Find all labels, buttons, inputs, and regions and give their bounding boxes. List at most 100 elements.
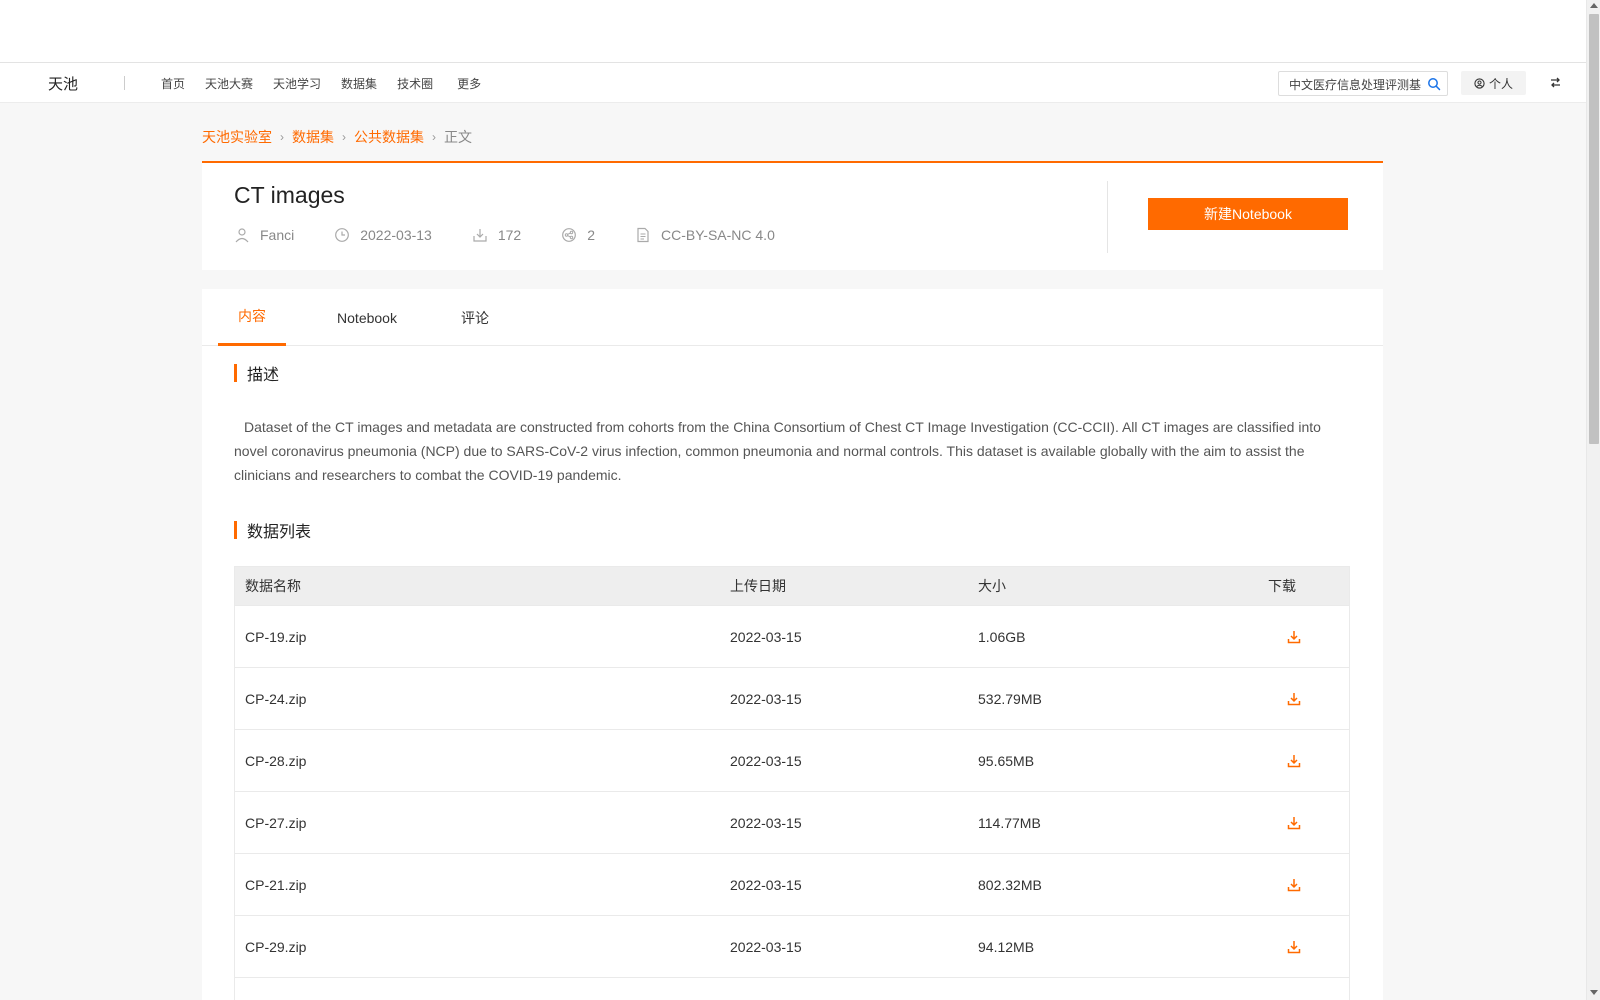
file-size: 532.79MB <box>978 690 1042 707</box>
upload-date: 2022-03-15 <box>730 628 802 645</box>
download-cell <box>1274 916 1314 977</box>
breadcrumb-current: 正文 <box>444 129 472 145</box>
column-header-name: 数据名称 <box>245 578 301 594</box>
download-icon <box>473 229 487 242</box>
column-header-date: 上传日期 <box>730 578 786 594</box>
file-name: CP-24.zip <box>245 690 307 707</box>
dataset-title: CT images <box>234 182 345 208</box>
dataset-meta: Fanci 2022-03-13 172 2 CC-BY-SA-NC 4.0 <box>234 227 815 243</box>
download-icon[interactable] <box>1286 691 1302 707</box>
breadcrumb-public-datasets[interactable]: 公共数据集 <box>354 127 424 147</box>
download-icon[interactable] <box>1286 753 1302 769</box>
table-row: CP-21.zip 2022-03-15 802.32MB <box>235 853 1349 915</box>
meta-date: 2022-03-13 <box>334 227 432 243</box>
download-cell <box>1274 730 1314 791</box>
data-table: 数据名称 上传日期 大小 下载 CP-19.zip 2022-03-15 1.0… <box>234 566 1350 1000</box>
file-name: CP-27.zip <box>245 814 307 831</box>
page-scrollbar[interactable] <box>1586 0 1600 1000</box>
license-text: CC-BY-SA-NC 4.0 <box>661 227 775 243</box>
download-cell <box>1274 792 1314 853</box>
table-row: CP-27.zip 2022-03-15 114.77MB <box>235 791 1349 853</box>
switch-icon[interactable] <box>1549 76 1562 89</box>
download-icon[interactable] <box>1286 877 1302 893</box>
nav-link-datasets[interactable]: 数据集 <box>341 75 377 92</box>
nav-link-more[interactable]: 更多 <box>457 75 481 92</box>
scroll-up-arrow-icon[interactable] <box>1590 3 1598 8</box>
file-name: CP-19.zip <box>245 628 307 645</box>
download-icon[interactable] <box>1286 629 1302 645</box>
nav-link-competitions[interactable]: 天池大赛 <box>205 75 253 92</box>
new-notebook-button[interactable]: 新建Notebook <box>1148 198 1348 230</box>
download-cell <box>1274 854 1314 915</box>
scroll-down-arrow-icon[interactable] <box>1590 990 1598 995</box>
meta-author: Fanci <box>234 227 294 243</box>
chevron-right-icon: › <box>342 130 346 144</box>
section-marker <box>234 364 237 382</box>
upload-date: 2022-03-15 <box>730 814 802 831</box>
table-row: CP-24.zip 2022-03-15 532.79MB <box>235 667 1349 729</box>
breadcrumb-datasets[interactable]: 数据集 <box>292 127 334 147</box>
top-navbar: 天池 首页 天池大赛 天池学习 数据集 技术圈 更多 个人 <box>0 63 1586 103</box>
file-size: 802.32MB <box>978 876 1042 893</box>
file-size: 95.65MB <box>978 752 1035 769</box>
table-row-partial <box>235 977 1349 1000</box>
publish-date: 2022-03-13 <box>360 227 432 243</box>
tab-comments[interactable]: 评论 <box>445 289 505 346</box>
data-list-heading: 数据列表 <box>234 518 311 542</box>
share-icon <box>562 228 577 242</box>
data-list-heading-text: 数据列表 <box>247 524 312 541</box>
download-cell <box>1274 668 1314 729</box>
search-box <box>1278 71 1448 96</box>
user-icon <box>235 228 249 243</box>
nav-link-tech-circle[interactable]: 技术圈 <box>397 75 433 92</box>
description-heading: 描述 <box>234 361 279 385</box>
search-input[interactable] <box>1289 76 1425 92</box>
meta-downloads: 172 <box>472 227 521 243</box>
header-divider <box>1107 181 1108 253</box>
download-icon[interactable] <box>1286 815 1302 831</box>
brand-logo[interactable]: 天池 <box>48 73 78 94</box>
file-name: CP-29.zip <box>245 938 307 955</box>
description-heading-text: 描述 <box>247 367 280 384</box>
upload-date: 2022-03-15 <box>730 938 802 955</box>
breadcrumb: 天池实验室 › 数据集 › 公共数据集 › 正文 <box>202 127 472 147</box>
share-count: 2 <box>587 227 596 243</box>
download-icon[interactable] <box>1286 939 1302 955</box>
meta-shares: 2 <box>561 227 595 243</box>
nav-link-home[interactable]: 首页 <box>161 75 185 92</box>
top-blank-area <box>0 0 1586 63</box>
tab-bar: 内容 Notebook 评论 <box>202 289 1383 346</box>
dataset-header-card: CT images Fanci 2022-03-13 172 2 CC-BY-S… <box>202 161 1383 270</box>
tab-content[interactable]: 内容 <box>218 289 286 346</box>
upload-date: 2022-03-15 <box>730 876 802 893</box>
description-text: Dataset of the CT images and metadata ar… <box>234 419 1321 483</box>
nav-link-learning[interactable]: 天池学习 <box>273 75 321 92</box>
author-name[interactable]: Fanci <box>260 227 294 243</box>
column-header-download: 下载 <box>1268 578 1296 594</box>
section-marker <box>234 521 237 539</box>
personal-button[interactable]: 个人 <box>1461 71 1526 95</box>
table-header: 数据名称 上传日期 大小 下载 <box>235 567 1349 605</box>
chevron-right-icon: › <box>280 130 284 144</box>
table-row: CP-29.zip 2022-03-15 94.12MB <box>235 915 1349 977</box>
nav-links: 首页 天池大赛 天池学习 数据集 技术圈 更多 <box>161 63 501 103</box>
download-cell <box>1274 606 1314 667</box>
chevron-right-icon: › <box>432 130 436 144</box>
upload-date: 2022-03-15 <box>730 690 802 707</box>
tab-notebook[interactable]: Notebook <box>322 289 412 346</box>
search-icon[interactable] <box>1427 77 1441 91</box>
download-count: 172 <box>497 227 522 243</box>
nav-divider <box>124 76 125 90</box>
breadcrumb-lab[interactable]: 天池实验室 <box>202 127 272 147</box>
scroll-thumb[interactable] <box>1589 14 1599 444</box>
column-header-size: 大小 <box>978 578 1006 594</box>
file-size: 1.06GB <box>978 628 1026 645</box>
user-circle-icon <box>1474 77 1485 89</box>
file-size: 94.12MB <box>978 938 1035 955</box>
file-name: CP-21.zip <box>245 876 307 893</box>
table-row: CP-28.zip 2022-03-15 95.65MB <box>235 729 1349 791</box>
table-row: CP-19.zip 2022-03-15 1.06GB <box>235 605 1349 667</box>
upload-date: 2022-03-15 <box>730 752 802 769</box>
meta-license: CC-BY-SA-NC 4.0 <box>635 227 775 243</box>
content-card: 内容 Notebook 评论 描述 Dataset of the CT imag… <box>202 289 1383 1000</box>
